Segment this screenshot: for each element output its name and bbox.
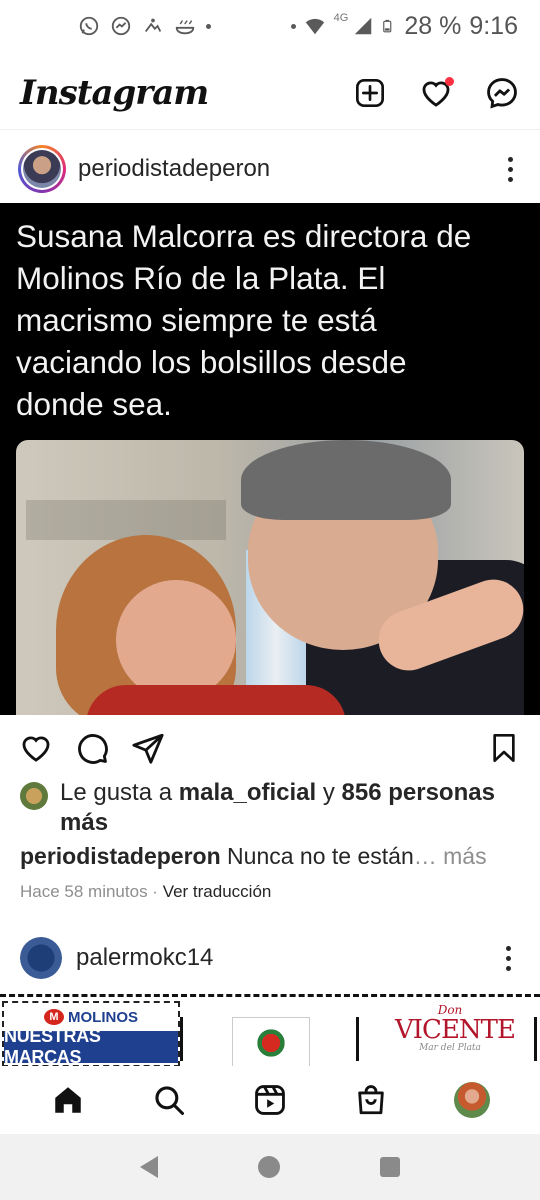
bookmark-icon: [493, 734, 515, 762]
likes-summary[interactable]: Le gusta a mala_oficial y 856 personas m…: [20, 778, 520, 838]
battery-percent: 28 %: [404, 11, 462, 40]
molinos-m-icon: M: [44, 1009, 64, 1025]
app-header: Instagram: [0, 56, 540, 130]
post-meta: Hace 58 minutos · Ver traducción: [20, 882, 271, 902]
translate-link[interactable]: Ver traducción: [163, 882, 272, 901]
post-actions: [0, 726, 540, 770]
caption-more-link[interactable]: … más: [414, 843, 487, 869]
gallo-mark-icon: [255, 1027, 287, 1059]
photo-woman-face: [116, 580, 236, 700]
comment-button[interactable]: [74, 730, 110, 766]
heart-icon: [22, 736, 50, 762]
app-icon: [175, 20, 195, 35]
messenger-icon: [487, 77, 517, 109]
likes-text: Le gusta a mala_oficial y 856 personas m…: [60, 778, 520, 838]
post-options-button[interactable]: [498, 156, 522, 182]
signal-icon: [355, 17, 372, 35]
molinos-brands-banner: NUESTRAS MARCAS: [4, 1026, 178, 1066]
app-icon: [144, 18, 162, 33]
caption-text: Nunca no te están: [227, 843, 414, 869]
status-bar: 4G 28 % 9:16: [0, 0, 540, 52]
post-timestamp: Hace 58 minutos: [20, 882, 148, 901]
molinos-logo: M MOLINOS NUESTRAS MARCAS: [2, 1001, 180, 1066]
new-post-button[interactable]: [352, 75, 388, 111]
save-button[interactable]: [486, 730, 522, 766]
post2-avatar[interactable]: [20, 937, 62, 979]
nav-profile[interactable]: [448, 1076, 496, 1124]
status-dot: [290, 23, 296, 29]
wifi-icon: [305, 18, 324, 35]
nav-shop[interactable]: [347, 1076, 395, 1124]
more-dot: [507, 156, 513, 162]
recents-icon[interactable]: [380, 1157, 400, 1177]
search-icon: [155, 1086, 185, 1116]
home-icon: [55, 1087, 82, 1113]
photo-background-sign: [26, 500, 226, 540]
meta-separator: ·: [147, 882, 163, 901]
divider: [356, 1017, 359, 1061]
vicente-name: VICENTE: [395, 1015, 516, 1045]
profile-avatar: [453, 1082, 490, 1118]
nav-reels[interactable]: [246, 1076, 294, 1124]
news-photo: [16, 440, 524, 715]
android-nav-bar: [0, 1134, 540, 1200]
photo-woman-body: [86, 685, 346, 715]
home-circle-icon[interactable]: [258, 1156, 280, 1178]
nav-home[interactable]: [44, 1076, 92, 1124]
status-notifications: [78, 15, 211, 37]
divider: [180, 1017, 183, 1061]
whatsapp-icon: [79, 16, 99, 36]
comment-icon: [78, 734, 108, 764]
more-dot: [505, 955, 511, 961]
direct-messages-button[interactable]: [484, 75, 520, 111]
reels-icon: [255, 1085, 285, 1115]
battery-icon: [383, 19, 392, 33]
molinos-title: MOLINOS: [68, 1008, 138, 1026]
avatar-border: [21, 148, 63, 190]
clock: 9:16: [469, 11, 518, 40]
post-username[interactable]: periodistadeperon: [78, 155, 270, 183]
post2-username[interactable]: palermokc14: [76, 944, 213, 972]
don-vicente-logo: Don VICENTE Mar del Plata: [395, 1003, 516, 1063]
shop-icon: [358, 1085, 384, 1115]
status-system: 4G 28 % 9:16: [290, 11, 518, 41]
notification-badge: [445, 76, 454, 86]
gallo-logo: [232, 1017, 310, 1066]
post-caption: periodistadeperon Nunca no te están… más: [20, 843, 520, 870]
post2-header: palermokc14: [0, 930, 540, 986]
more-dot: [507, 166, 513, 172]
more-dot: [505, 945, 511, 951]
instagram-logo[interactable]: Instagram: [20, 73, 209, 113]
photo-man-hair: [241, 440, 451, 520]
share-button[interactable]: [130, 730, 166, 766]
bottom-nav: [0, 1066, 540, 1134]
avatar-image: [23, 150, 61, 188]
post2-options-button[interactable]: [496, 945, 520, 971]
notifications-button[interactable]: [418, 75, 454, 111]
like-button[interactable]: [18, 730, 54, 766]
send-icon: [132, 733, 164, 764]
more-dot: [507, 176, 513, 182]
likes-joiner: y: [316, 779, 342, 806]
network-type: 4G: [333, 12, 349, 24]
back-icon[interactable]: [140, 1156, 158, 1178]
image-overlay-text: Susana Malcorra es directora de Molinos …: [16, 218, 472, 422]
header-actions: [352, 75, 520, 111]
post-header: periodistadeperon: [0, 138, 540, 200]
post2-image[interactable]: M MOLINOS NUESTRAS MARCAS Don VICENTE Mar…: [0, 994, 540, 1066]
liker-avatar: [20, 782, 48, 810]
messenger-icon: [111, 16, 131, 36]
post-image[interactable]: Susana Malcorra es directora de Molinos …: [0, 203, 540, 715]
more-notifications-dot: [206, 23, 211, 29]
more-dot: [505, 965, 511, 971]
nav-search[interactable]: [145, 1076, 193, 1124]
post-avatar[interactable]: [18, 145, 66, 193]
divider: [534, 1017, 537, 1061]
liker-username[interactable]: mala_oficial: [179, 779, 316, 806]
likes-prefix: Le gusta a: [60, 779, 179, 806]
caption-username[interactable]: periodistadeperon: [20, 843, 221, 869]
new-post-icon: [356, 78, 384, 107]
